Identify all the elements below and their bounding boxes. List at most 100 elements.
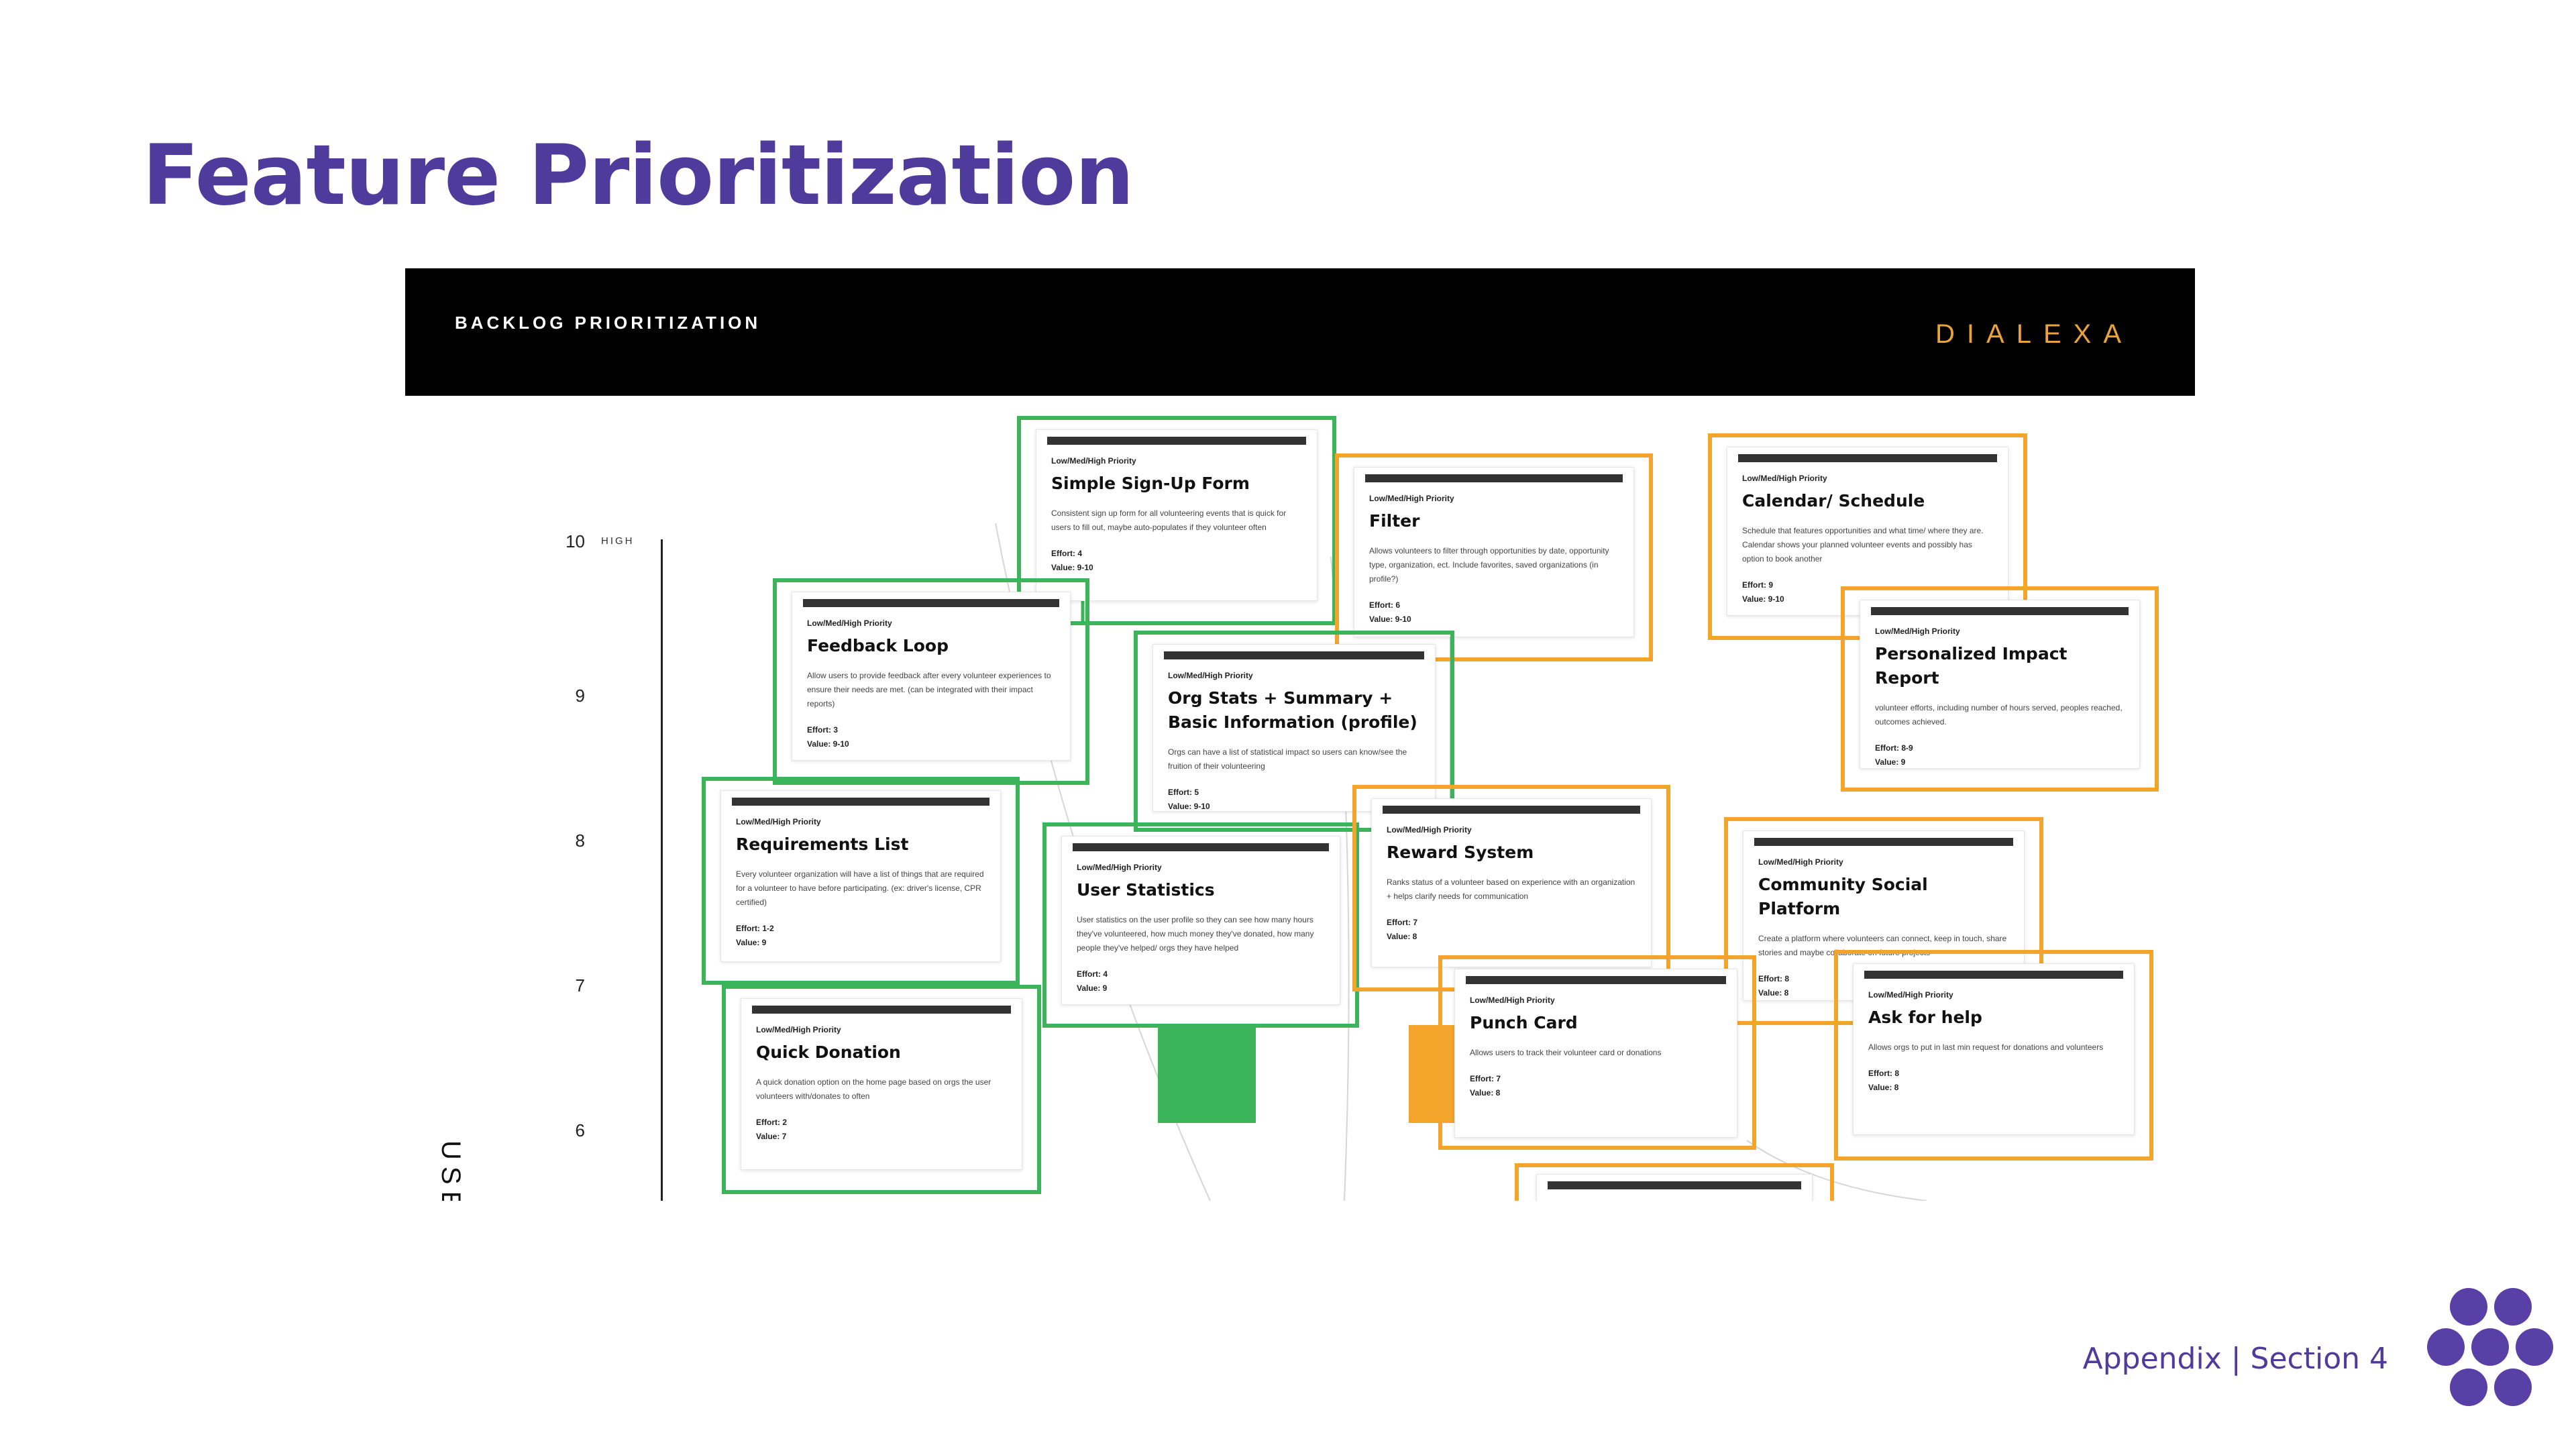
feature-card[interactable]: Low/Med/High Priority Filter Allows volu… <box>1354 467 1634 637</box>
card-title: Requirements List <box>736 835 909 854</box>
card-title: Simple Sign-Up Form <box>1051 474 1250 493</box>
card-title: Quick Donation <box>756 1042 901 1062</box>
card-description: Schedule that features opportunities and… <box>1742 526 1984 564</box>
card-priority: Low/Med/High Priority <box>756 1025 841 1034</box>
card-bar <box>1073 843 1329 851</box>
card-priority: Low/Med/High Priority <box>1868 990 1953 1000</box>
dot <box>2494 1368 2532 1406</box>
feature-card[interactable]: Low/Med/High Priority Reward System Rank… <box>1371 798 1652 967</box>
card-effort: Effort: 4 <box>1077 969 1108 979</box>
dot <box>2516 1328 2553 1366</box>
dot <box>2450 1288 2487 1326</box>
card-title: Reward System <box>1387 843 1534 862</box>
feature-card[interactable]: Low/Med/High Priority User Statistics Us… <box>1061 836 1340 1005</box>
card-priority: Low/Med/High Priority <box>1369 494 1454 503</box>
card-effort: Effort: 7 <box>1470 1074 1501 1083</box>
card-bar <box>1466 976 1726 984</box>
y-tick: 9 <box>575 686 585 706</box>
card-bar <box>1365 474 1623 482</box>
card-title: User Statistics <box>1077 880 1215 900</box>
card-value: Value: 9-10 <box>1369 614 1411 624</box>
card-title: Ask for help <box>1868 1008 1982 1027</box>
card-value: Value: 8 <box>1387 932 1417 941</box>
card-value: Value: 8 <box>1470 1088 1501 1097</box>
card-title: Community Social Platform <box>1758 875 1928 918</box>
dot <box>2427 1328 2465 1366</box>
green-block <box>1158 1025 1256 1123</box>
card-description: Consistent sign up form for all voluntee… <box>1051 508 1287 532</box>
card-effort: Effort: 3 <box>807 725 838 735</box>
card-effort: Effort: 8-9 <box>1875 743 1913 753</box>
dot <box>2450 1368 2487 1406</box>
card-effort: Effort: 6 <box>1369 600 1400 610</box>
dot <box>2471 1328 2509 1366</box>
card-title: Punch Card <box>1470 1013 1578 1032</box>
card-description: Allow users to provide feedback after ev… <box>807 671 1051 708</box>
y-axis-line <box>661 539 663 1201</box>
high-label: HIGH <box>601 535 635 547</box>
feature-card[interactable]: Low/Med/High Priority Personalized Impac… <box>1860 600 2140 769</box>
card-value: Value: 9 <box>736 938 767 947</box>
card-description: Ranks status of a volunteer based on exp… <box>1387 877 1635 901</box>
section-footer: Appendix | Section 4 <box>2082 1342 2388 1376</box>
card-priority: Low/Med/High Priority <box>736 817 821 826</box>
card-description: Every volunteer organization will have a… <box>736 869 984 907</box>
card-bar <box>752 1006 1011 1014</box>
card-bar <box>1864 971 2123 979</box>
feature-card[interactable]: Low/Med/High Priority Requirements List … <box>720 790 1001 962</box>
feature-card[interactable] <box>1536 1174 1813 1201</box>
card-priority: Low/Med/High Priority <box>1470 996 1555 1005</box>
dot <box>2494 1288 2532 1326</box>
card-bar <box>803 599 1059 607</box>
card-description: User statistics on the user profile so t… <box>1077 915 1314 953</box>
card-title: Org Stats + Summary + Basic Information … <box>1168 688 1417 732</box>
card-title: Filter <box>1369 511 1420 531</box>
card-description: A quick donation option on the home page… <box>756 1077 991 1101</box>
card-description: Allows volunteers to filter through oppo… <box>1369 546 1609 584</box>
card-priority: Low/Med/High Priority <box>1758 857 1843 867</box>
card-value: Value: 9 <box>1875 757 1906 767</box>
card-effort: Effort: 2 <box>756 1118 787 1127</box>
card-bar <box>732 798 989 806</box>
card-value: Value: 8 <box>1868 1083 1899 1092</box>
card-priority: Low/Med/High Priority <box>1168 671 1253 680</box>
card-value: Value: 7 <box>756 1132 787 1141</box>
card-effort: Effort: 8 <box>1868 1069 1899 1078</box>
y-axis-title: USER <box>436 1140 466 1201</box>
y-tick: 8 <box>575 830 585 851</box>
backlog-board: BACKLOG PRIORITIZATION DIALEXA HIGH 10 9… <box>405 268 2195 1201</box>
card-description: Orgs can have a list of statistical impa… <box>1168 747 1407 771</box>
card-priority: Low/Med/High Priority <box>1875 627 1960 636</box>
feature-card[interactable]: Low/Med/High Priority Punch Card Allows … <box>1454 969 1737 1138</box>
card-bar <box>1164 651 1424 659</box>
card-value: Value: 9-10 <box>1051 563 1093 572</box>
card-priority: Low/Med/High Priority <box>1051 456 1136 466</box>
y-tick: 6 <box>575 1120 585 1140</box>
card-description: volunteer efforts, including number of h… <box>1875 703 2123 727</box>
card-bar <box>1548 1181 1801 1189</box>
card-priority: Low/Med/High Priority <box>1077 863 1162 872</box>
feature-card[interactable]: Low/Med/High Priority Simple Sign-Up For… <box>1036 429 1318 601</box>
card-bar <box>1047 437 1306 445</box>
card-priority: Low/Med/High Priority <box>1387 825 1472 835</box>
card-effort: Effort: 1-2 <box>736 924 774 933</box>
card-value: Value: 9 <box>1077 983 1108 993</box>
card-description: Allows orgs to put in last min request f… <box>1868 1042 2104 1052</box>
feature-card[interactable]: Low/Med/High Priority Ask for help Allow… <box>1853 963 2135 1135</box>
y-tick: 7 <box>575 975 585 996</box>
card-title: Feedback Loop <box>807 636 949 655</box>
card-description: Allows users to track their volunteer ca… <box>1470 1048 1662 1057</box>
card-effort: Effort: 7 <box>1387 918 1417 927</box>
card-effort: Effort: 4 <box>1051 549 1082 558</box>
feature-card[interactable]: Low/Med/High Priority Quick Donation A q… <box>741 998 1022 1170</box>
card-bar <box>1383 806 1640 814</box>
y-tick: 10 <box>566 531 585 551</box>
card-priority: Low/Med/High Priority <box>1742 474 1827 483</box>
card-title: Calendar/ Schedule <box>1742 491 1925 511</box>
card-bar <box>1754 838 2013 846</box>
card-title: Personalized Impact Report <box>1875 644 2068 688</box>
card-bar <box>1738 454 1997 462</box>
feature-card[interactable]: Low/Med/High Priority Feedback Loop Allo… <box>792 592 1071 761</box>
card-priority: Low/Med/High Priority <box>807 619 892 628</box>
card-value: Value: 9-10 <box>807 739 849 749</box>
